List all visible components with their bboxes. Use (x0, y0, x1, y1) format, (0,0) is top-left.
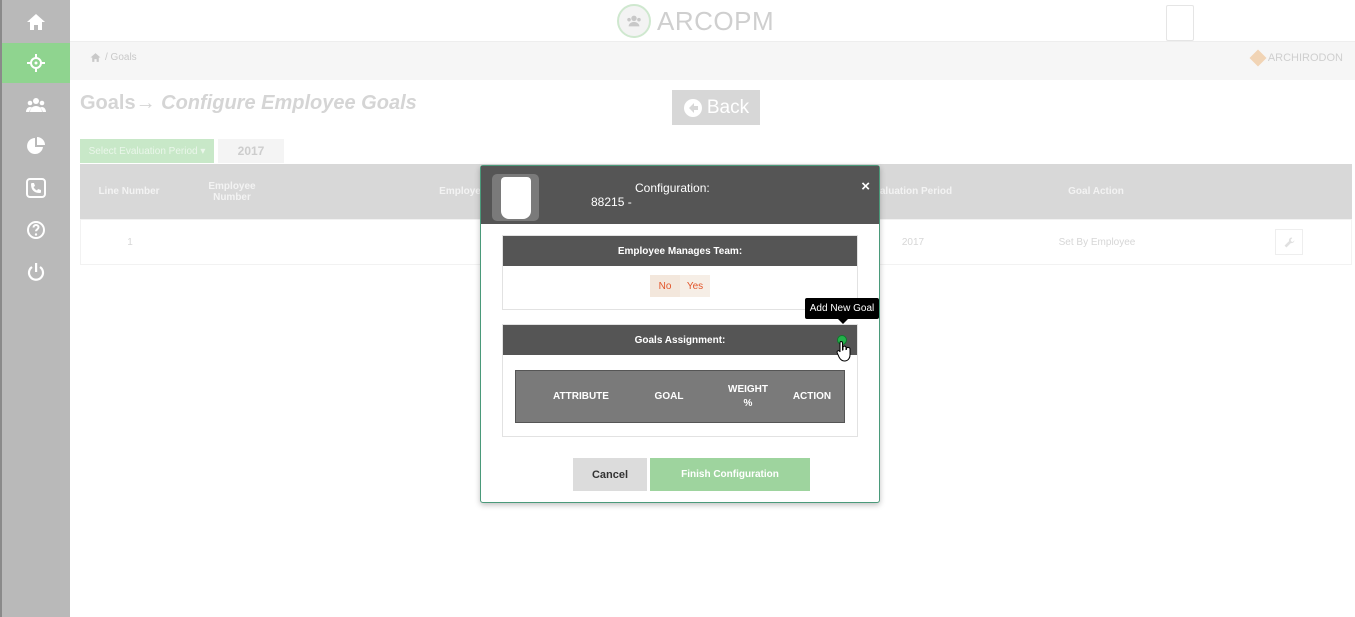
col-employee-number: Employee Number (208, 180, 256, 203)
phone-icon (26, 178, 46, 198)
pie-chart-icon (27, 137, 45, 154)
col-weight: WEIGHT % (728, 383, 768, 409)
col-line-number: Line Number (98, 186, 160, 197)
page-title: Goals→ Configure Employee Goals (80, 92, 417, 114)
add-new-goal-tooltip: Add New Goal (805, 298, 879, 324)
breadcrumb-bar: / Goals ARCHIRODON (70, 42, 1355, 80)
modal-header: Configuration: 88215 - × (481, 166, 879, 224)
page-subtitle: Configure Employee Goals (161, 92, 417, 114)
select-evaluation-period-button[interactable]: Select Evaluation Period ▾ (80, 139, 214, 163)
finish-configuration-button[interactable]: Finish Configuration (650, 458, 810, 491)
arrow-left-icon (683, 98, 702, 117)
logo-text: ARCOPM (657, 5, 775, 36)
sidebar (0, 0, 70, 617)
brand-logo: ARCHIRODON (1249, 49, 1343, 67)
avatar (492, 174, 539, 221)
home-icon (27, 14, 45, 30)
col-attribute: ATTRIBUTE (553, 390, 609, 402)
home-icon[interactable] (90, 52, 101, 63)
users-icon (26, 98, 46, 112)
breadcrumb-goals[interactable]: / Goals (105, 52, 137, 63)
sidebar-item-logout[interactable] (2, 252, 70, 292)
configuration-modal: Configuration: 88215 - × Employee Manage… (480, 165, 880, 503)
help-icon (27, 221, 45, 239)
sidebar-item-team[interactable] (2, 85, 70, 125)
close-icon[interactable]: × (861, 178, 870, 195)
brand-diamond-icon (1249, 49, 1267, 67)
goals-assignment-panel: Goals Assignment: ATTRIBUTE GOAL WEIGHT … (502, 324, 858, 437)
brand-text: ARCHIRODON (1267, 52, 1343, 64)
sidebar-item-help[interactable] (2, 210, 70, 250)
configure-button[interactable] (1275, 229, 1303, 255)
user-menu-box[interactable] (1166, 5, 1194, 41)
cancel-button[interactable]: Cancel (573, 458, 647, 491)
back-button[interactable]: Back (672, 90, 760, 125)
power-icon (27, 263, 45, 281)
col-goal: GOAL (654, 390, 684, 402)
breadcrumb: / Goals (90, 52, 137, 63)
crosshair-icon (27, 54, 45, 72)
hand-cursor-icon (836, 340, 851, 362)
wrench-icon (1284, 237, 1294, 247)
cell-goal-action: Set By Employee (1058, 236, 1136, 248)
evaluation-period-value: 2017 (218, 139, 284, 163)
modal-employee-id: 88215 - (591, 195, 632, 209)
sidebar-item-home[interactable] (2, 2, 70, 42)
logo-users-icon (617, 4, 651, 38)
manages-team-toggle: No Yes (650, 275, 710, 297)
sidebar-item-contact[interactable] (2, 168, 70, 208)
modal-title: Configuration: (635, 181, 710, 195)
col-action: ACTION (792, 390, 832, 402)
manages-team-heading: Employee Manages Team: (503, 236, 857, 266)
col-evaluation-period: aluation Period (879, 186, 953, 197)
toggle-yes-button[interactable]: Yes (680, 275, 710, 297)
goals-assignment-heading: Goals Assignment: (634, 334, 726, 346)
col-goal-action: Goal Action (1068, 186, 1124, 197)
sidebar-item-reports[interactable] (2, 126, 70, 166)
sidebar-item-goals[interactable] (2, 43, 70, 83)
cell-line-number: 1 (127, 236, 133, 248)
goals-assignment-header: Goals Assignment: (503, 325, 857, 355)
app-logo: ARCOPM (617, 4, 774, 38)
goals-table-header: ATTRIBUTE GOAL WEIGHT % ACTION (515, 370, 845, 423)
toggle-no-button[interactable]: No (650, 275, 680, 297)
cell-evaluation-period: 2017 (901, 236, 925, 248)
